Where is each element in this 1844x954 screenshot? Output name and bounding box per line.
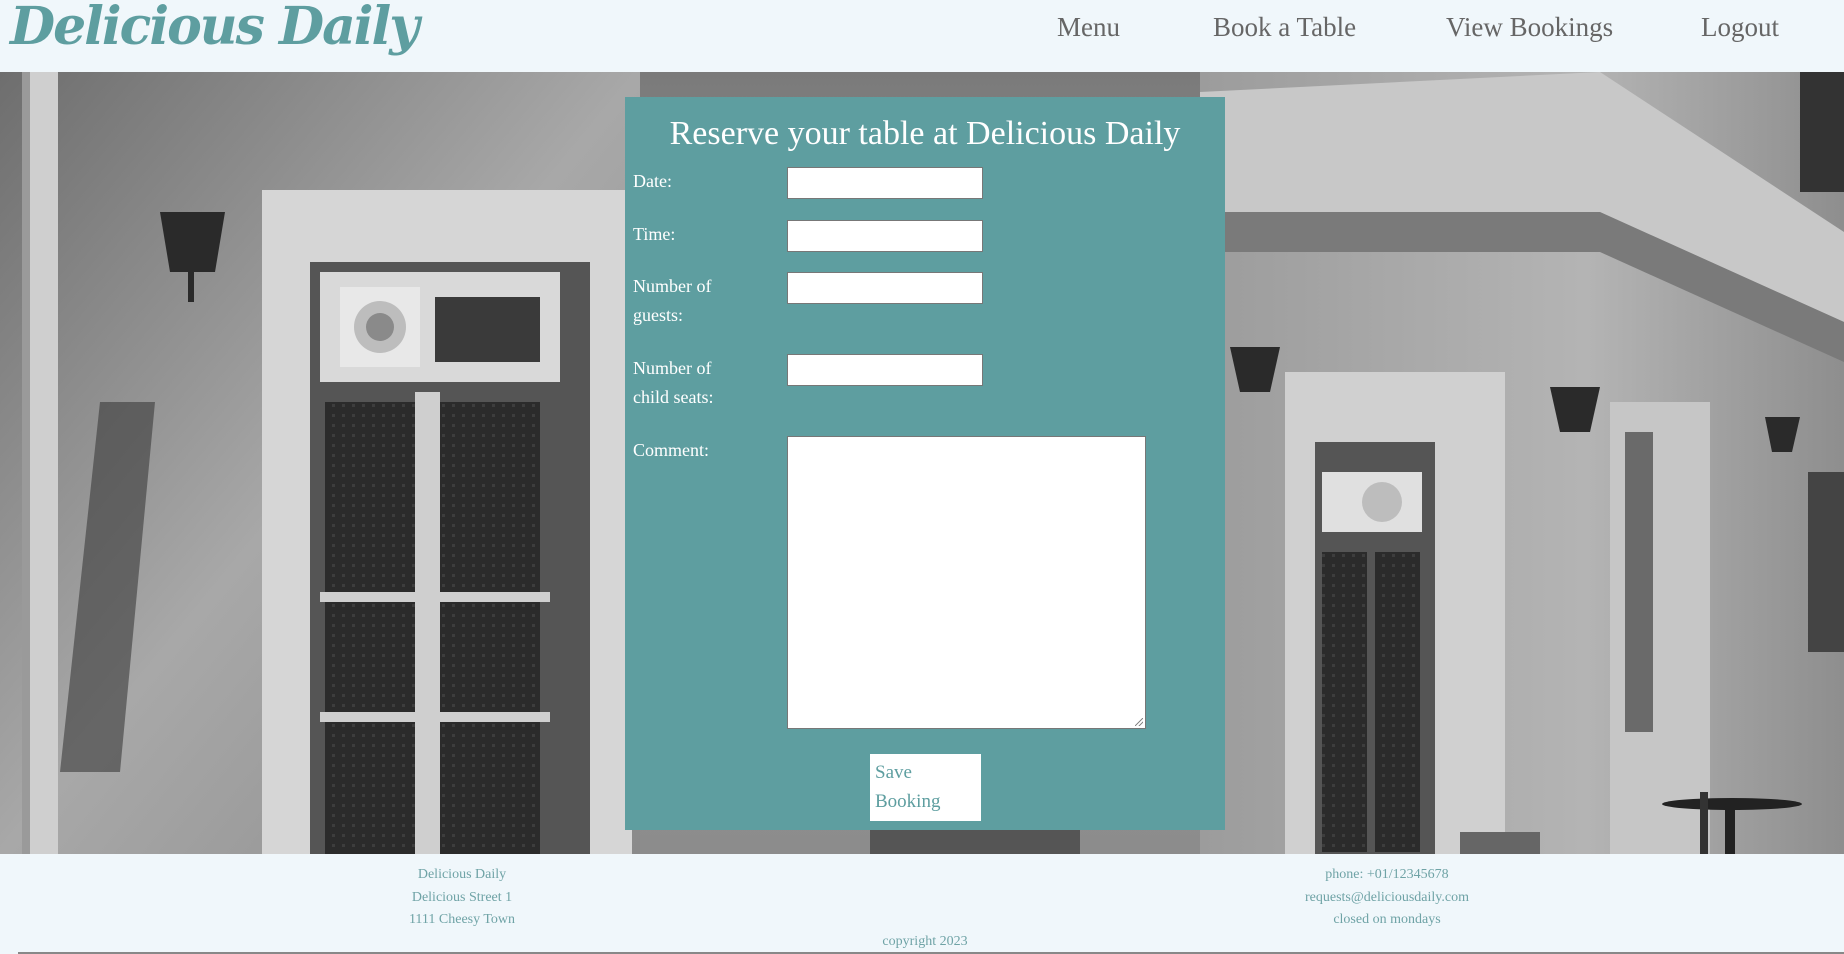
nav-menu[interactable]: Menu bbox=[1057, 12, 1120, 43]
booking-form-panel: Reserve your table at Delicious Daily Da… bbox=[625, 97, 1225, 830]
footer-email[interactable]: requests@deliciousdaily.com bbox=[1287, 887, 1487, 910]
site-logo[interactable]: Delicious Daily bbox=[10, 0, 419, 57]
footer-contact: phone: +01/12345678 requests@deliciousda… bbox=[1287, 864, 1487, 932]
footer-town: 1111 Cheesy Town bbox=[408, 912, 516, 927]
footer-address: Delicious Daily Delicious Street 1 1111 … bbox=[362, 864, 562, 932]
resize-grip-icon[interactable] bbox=[1135, 718, 1143, 726]
copyright: copyright 2023 bbox=[882, 934, 968, 949]
nav-logout[interactable]: Logout bbox=[1701, 12, 1779, 43]
comment-label: Comment: bbox=[633, 440, 709, 460]
child-seats-input[interactable] bbox=[787, 354, 983, 386]
footer-name: Delicious Daily bbox=[417, 867, 507, 882]
footer-street: Delicious Street 1 bbox=[411, 889, 513, 905]
child-seats-label: Number of child seats: bbox=[633, 358, 714, 407]
time-input[interactable] bbox=[787, 220, 983, 252]
save-booking-button[interactable]: Save Booking bbox=[870, 754, 981, 821]
time-label: Time: bbox=[633, 224, 676, 244]
form-title: Reserve your table at Delicious Daily bbox=[669, 115, 1181, 152]
date-input[interactable] bbox=[787, 167, 983, 199]
nav-view-bookings[interactable]: View Bookings bbox=[1446, 12, 1613, 43]
footer-phone: phone: +01/12345678 bbox=[1325, 867, 1449, 882]
site-footer: Delicious Daily Delicious Street 1 1111 … bbox=[0, 854, 1844, 954]
guests-label: Number of guests: bbox=[633, 276, 712, 325]
nav-book-a-table[interactable]: Book a Table bbox=[1213, 12, 1356, 43]
footer-hours: closed on mondays bbox=[1333, 912, 1441, 927]
comment-textarea[interactable] bbox=[787, 436, 1146, 729]
date-label: Date: bbox=[633, 171, 672, 191]
guests-input[interactable] bbox=[787, 272, 983, 304]
site-header: Delicious Daily Menu Book a Table View B… bbox=[0, 0, 1844, 72]
